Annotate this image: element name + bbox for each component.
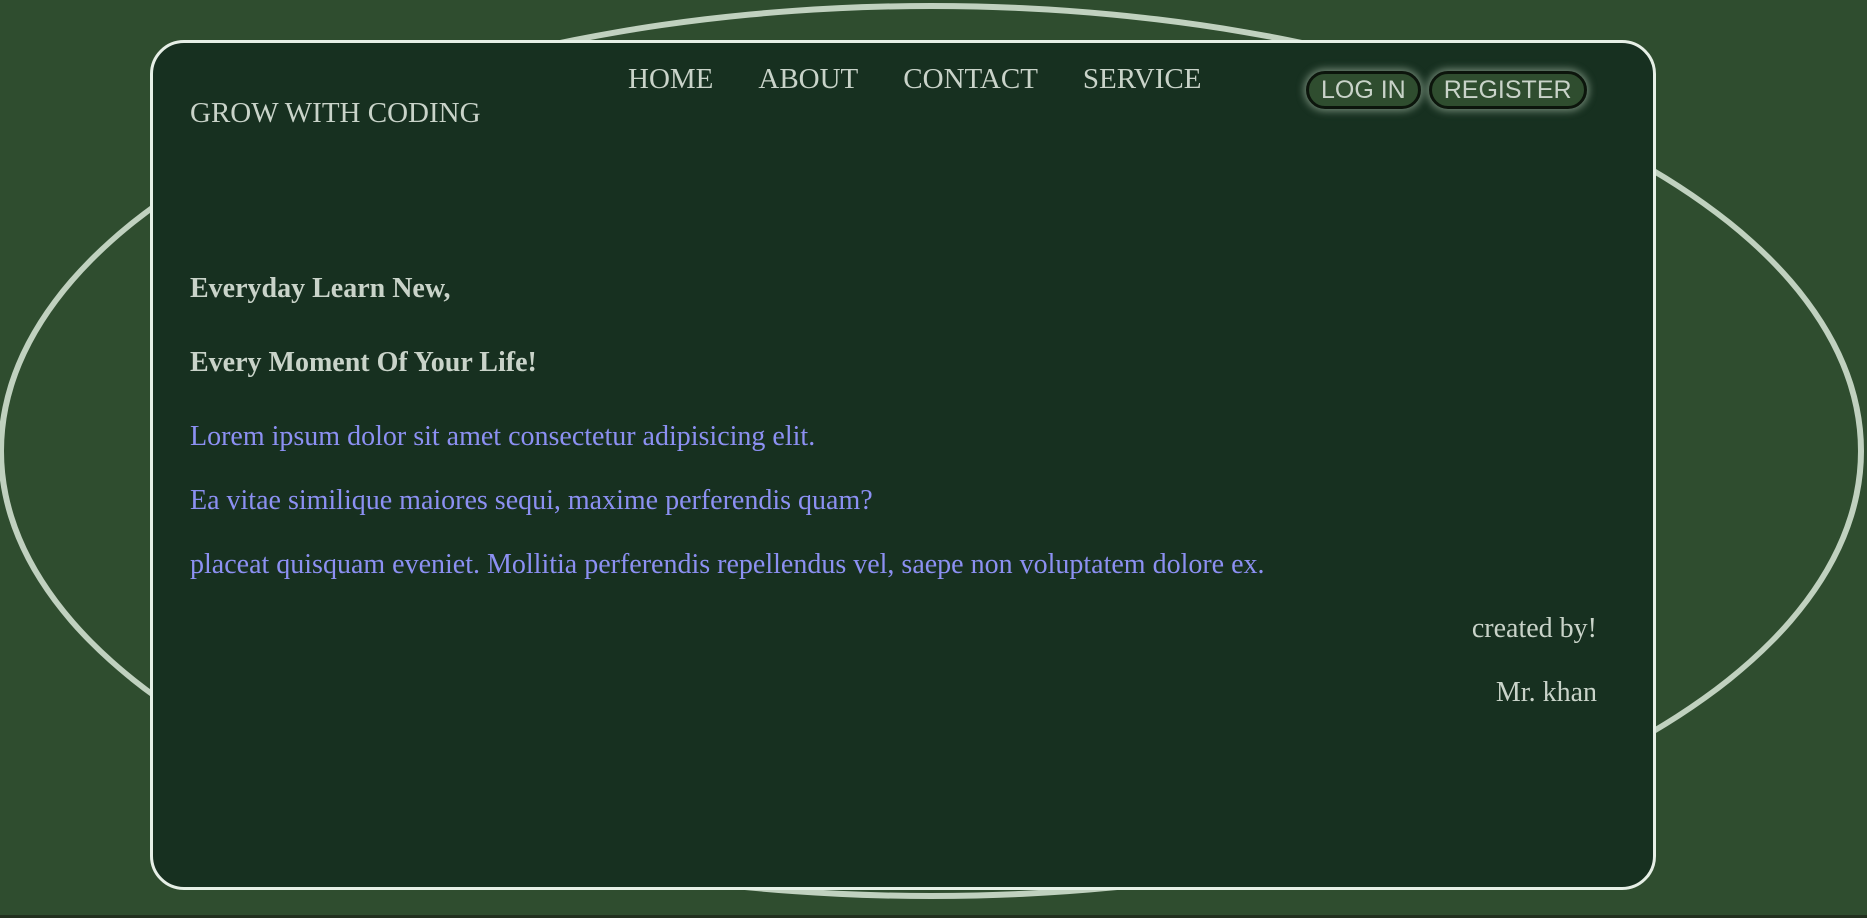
credit-author: Mr. khan: [1495, 677, 1597, 708]
nav-contact[interactable]: CONTACT: [903, 60, 1038, 98]
hero-heading-line-2: Every Moment Of Your Life!: [190, 347, 537, 378]
hero-paragraph-3: placeat quisquam eveniet. Mollitia perfe…: [190, 549, 1265, 580]
site-brand: GROW WITH CODING: [190, 97, 481, 129]
hero-paragraph-2: Ea vitae similique maiores sequi, maxime…: [190, 485, 873, 516]
nav-home[interactable]: HOME: [628, 60, 713, 98]
main-card: [150, 40, 1656, 890]
nav-about[interactable]: ABOUT: [758, 60, 858, 98]
auth-buttons: LOG IN REGISTER: [1306, 71, 1587, 109]
login-button[interactable]: LOG IN: [1306, 71, 1421, 109]
credit-label: created by!: [1471, 613, 1597, 644]
hero-heading-line-1: Everyday Learn New,: [190, 273, 451, 304]
register-button[interactable]: REGISTER: [1428, 71, 1587, 109]
main-nav: HOME ABOUT CONTACT SERVICE: [628, 60, 1201, 98]
nav-service[interactable]: SERVICE: [1083, 60, 1202, 98]
hero-paragraph-1: Lorem ipsum dolor sit amet consectetur a…: [190, 421, 816, 452]
